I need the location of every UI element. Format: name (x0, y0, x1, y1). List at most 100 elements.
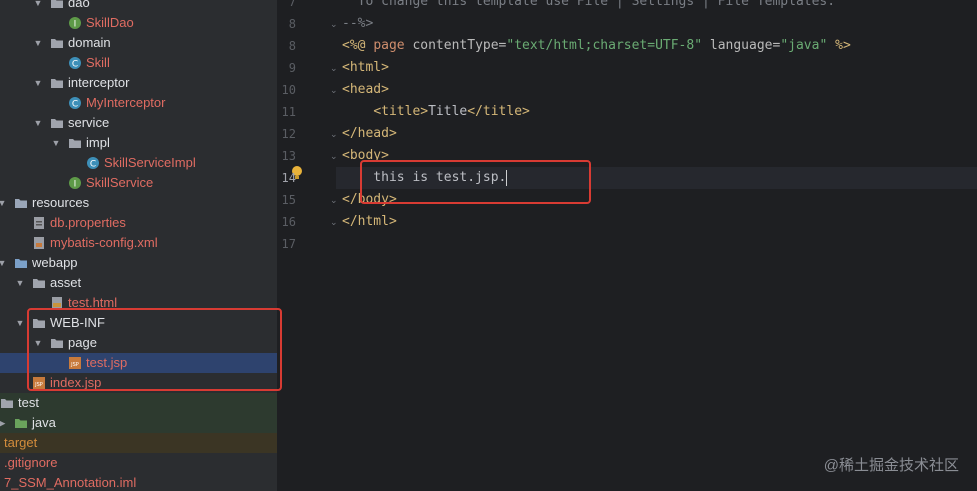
chevron-down-icon[interactable]: ▼ (14, 273, 26, 293)
class-icon: C (68, 56, 82, 70)
tree-item[interactable]: ▼ asset (0, 273, 277, 293)
line-number: 17 (281, 237, 296, 251)
code-token: <head> (342, 82, 389, 97)
folder-icon (50, 76, 64, 90)
folder-icon (0, 396, 14, 410)
code-editor[interactable]: To change this template use File | Setti… (336, 0, 977, 491)
tree-item[interactable]: mybatis-config.xml (0, 233, 277, 253)
tree-item[interactable]: ▶ java (0, 413, 277, 433)
chevron-down-icon[interactable]: ▼ (32, 33, 44, 53)
chevron-down-icon[interactable]: ▼ (14, 313, 26, 333)
tree-item[interactable]: ▼ webapp (0, 253, 277, 273)
tree-item-label: dao (68, 0, 90, 10)
interface-icon: I (68, 176, 82, 190)
tree-item-label: test (18, 395, 39, 410)
svg-text:I: I (74, 180, 77, 190)
line-number: 10 (281, 83, 296, 97)
code-token: <title> (373, 104, 429, 119)
code-line[interactable]: </head> (342, 123, 397, 145)
tree-item-label: service (68, 115, 110, 130)
chevron-down-icon[interactable]: ▼ (0, 253, 8, 273)
highlight-box-webinf (27, 308, 282, 391)
code-token: %> (827, 38, 851, 53)
code-token: <%@ (342, 38, 374, 53)
test-folder-icon (14, 416, 28, 430)
tree-item-label: Skill (86, 55, 110, 70)
highlight-box-code (360, 160, 591, 204)
line-number: 8 (288, 17, 296, 31)
tree-item[interactable]: 7_SSM_Annotation.iml (0, 473, 277, 491)
tree-item-label: mybatis-config.xml (50, 235, 158, 250)
chevron-down-icon[interactable]: ▼ (32, 113, 44, 133)
code-token: </head> (342, 126, 397, 141)
tree-item-label: domain (68, 35, 111, 50)
tree-item-label: webapp (32, 255, 78, 270)
line-number: 8 (288, 39, 296, 53)
code-line[interactable]: <head> (342, 79, 389, 101)
tree-item[interactable]: ▼test (0, 393, 277, 413)
tree-item-label: asset (50, 275, 82, 290)
project-tree: ▼ dao I SkillDao ▼ domain C Skill ▼ interceptor C M… (0, 0, 277, 491)
code-token: "text/html;charset=UTF-8" (506, 38, 703, 53)
tree-item[interactable]: C MyInterceptor (0, 93, 277, 113)
tree-item-label: resources (32, 195, 90, 210)
tree-item[interactable]: target (0, 433, 277, 453)
interface-icon: I (68, 16, 82, 30)
line-number: 9 (288, 61, 296, 75)
folder-icon (68, 136, 82, 150)
tree-item[interactable]: C SkillServiceImpl (0, 153, 277, 173)
tree-item[interactable]: .gitignore (0, 453, 277, 473)
code-token: "java" (780, 38, 828, 53)
tree-item-label: db.properties (50, 215, 126, 230)
tree-item-label: SkillDao (86, 15, 134, 30)
chevron-down-icon[interactable]: ▼ (50, 133, 62, 153)
tree-item[interactable]: ▼ service (0, 113, 277, 133)
svg-text:C: C (72, 100, 78, 110)
code-line[interactable]: <title>Title</title> (342, 101, 530, 123)
folder-icon (32, 276, 46, 290)
tree-item[interactable]: ▼ domain (0, 33, 277, 53)
chevron-right-icon[interactable]: ▶ (0, 413, 8, 433)
code-line[interactable]: To change this template use File | Setti… (342, 0, 835, 13)
class-icon: C (68, 96, 82, 110)
tree-item-label: SkillServiceImpl (104, 155, 196, 170)
watermark: @稀土掘金技术社区 (823, 457, 959, 474)
tree-item[interactable]: db.properties (0, 213, 277, 233)
code-token: To change this template use File | Setti… (342, 0, 836, 9)
line-number: 7 (288, 0, 296, 9)
chevron-down-icon[interactable]: ▼ (32, 0, 44, 13)
tree-item[interactable]: ▼ impl (0, 133, 277, 153)
folder-icon (50, 116, 64, 130)
xml-file-icon (32, 236, 46, 250)
tree-item[interactable]: C Skill (0, 53, 277, 73)
code-token: --%> (342, 16, 374, 31)
code-line[interactable]: </html> (342, 211, 397, 233)
line-number: 15 (281, 193, 296, 207)
chevron-down-icon[interactable]: ▼ (0, 193, 8, 213)
properties-file-icon (32, 216, 46, 230)
tree-item[interactable]: ▼ interceptor (0, 73, 277, 93)
class-icon: C (86, 156, 100, 170)
code-line[interactable]: --%> (342, 13, 373, 35)
svg-text:I: I (74, 20, 77, 30)
code-line[interactable]: <%@ page contentType="text/html;charset=… (342, 35, 851, 57)
code-token: </html> (342, 214, 397, 229)
chevron-down-icon[interactable]: ▼ (32, 73, 44, 93)
line-number: 13 (281, 149, 296, 163)
code-token: </title> (467, 104, 530, 119)
code-line[interactable]: <html> (342, 57, 389, 79)
tree-item-label: 7_SSM_Annotation.iml (4, 475, 137, 490)
line-number-gutter: 7 8 ⌄ 8 9 ⌄ 10 ⌄ 11 12 ⌄ 13 ⌄ 14 15 ⌄ 16 ⌄ 17 (278, 0, 338, 491)
tree-item[interactable]: I SkillService (0, 173, 277, 193)
tree-item-label: SkillService (86, 175, 154, 190)
line-number: 14 (281, 171, 296, 185)
line-number: 12 (281, 127, 296, 141)
code-token: language= (702, 38, 781, 53)
tree-item[interactable]: ▼ resources (0, 193, 277, 213)
tree-item[interactable]: ▼ dao (0, 0, 277, 13)
code-token: page (373, 38, 413, 53)
folder-icon (50, 36, 64, 50)
line-number: 16 (281, 215, 296, 229)
tree-item[interactable]: I SkillDao (0, 13, 277, 33)
tree-item-label: MyInterceptor (86, 95, 166, 110)
